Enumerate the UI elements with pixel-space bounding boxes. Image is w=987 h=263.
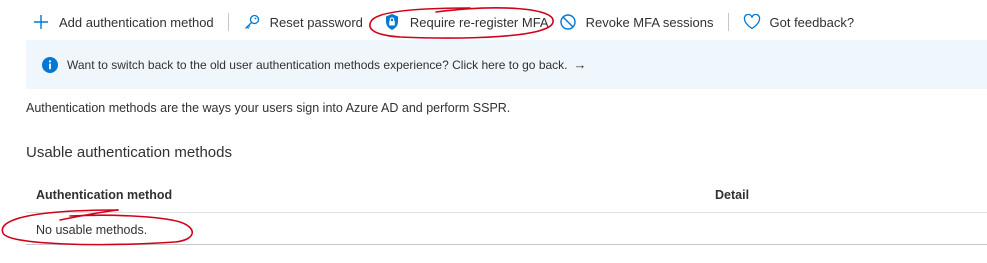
toolbar-divider: [727, 13, 729, 31]
column-header-detail[interactable]: Detail: [715, 188, 749, 202]
section-title: Usable authentication methods: [26, 144, 232, 161]
block-icon: [559, 13, 577, 31]
revoke-mfa-sessions-button[interactable]: Revoke MFA sessions: [559, 6, 724, 38]
require-re-register-mfa-label: Require re-register MFA: [409, 14, 549, 30]
heart-icon: [743, 13, 761, 31]
page-description: Authentication methods are the ways your…: [26, 101, 511, 115]
require-re-register-mfa-button[interactable]: Require re-register MFA: [373, 6, 559, 38]
usable-methods-table: Authentication method Detail No usable m…: [26, 178, 987, 245]
arrow-right-icon: →: [573, 57, 587, 72]
add-authentication-method-label: Add authentication method: [59, 14, 214, 30]
revoke-mfa-sessions-label: Revoke MFA sessions: [585, 14, 714, 30]
table-row: No usable methods.: [26, 213, 987, 245]
reset-password-label: Reset password: [269, 14, 363, 30]
table-header: Authentication method Detail: [26, 178, 987, 213]
empty-table-message: No usable methods.: [36, 223, 148, 237]
feedback-label: Got feedback?: [769, 14, 855, 30]
add-authentication-method-button[interactable]: Add authentication method: [26, 6, 224, 38]
shield-lock-icon: [383, 13, 401, 31]
command-bar: Add authentication method Reset password…: [26, 6, 864, 38]
feedback-button[interactable]: Got feedback?: [733, 6, 865, 38]
info-banner[interactable]: Want to switch back to the old user auth…: [26, 40, 987, 89]
column-header-authentication-method[interactable]: Authentication method: [36, 188, 172, 202]
info-icon: [42, 56, 58, 73]
plus-icon: [32, 13, 50, 31]
reset-password-button[interactable]: Reset password: [233, 6, 373, 38]
key-icon: [243, 13, 261, 31]
authentication-methods-page: Add authentication method Reset password…: [0, 0, 987, 263]
toolbar-divider: [227, 13, 229, 31]
switch-back-link[interactable]: Want to switch back to the old user auth…: [67, 58, 568, 72]
